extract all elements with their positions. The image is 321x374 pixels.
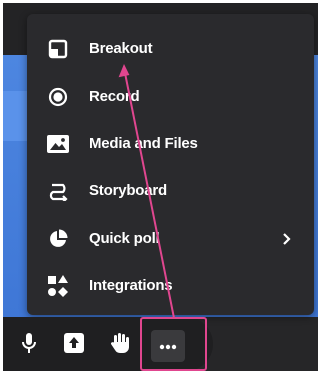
- annotation-highlight-box: [140, 317, 207, 371]
- menu-item-label: Quick poll: [89, 230, 160, 247]
- chevron-right-icon: [280, 231, 294, 247]
- image-icon: [47, 133, 69, 155]
- menu-item-media-and-files[interactable]: Media and Files: [27, 122, 314, 166]
- more-options-menu: Breakout Record Media and Files Storyboa…: [27, 14, 314, 315]
- menu-item-integrations[interactable]: Integrations: [27, 264, 314, 308]
- share-button[interactable]: [60, 331, 88, 359]
- pie-chart-icon: [47, 228, 69, 250]
- microphone-icon: [21, 332, 37, 359]
- menu-item-label: Storyboard: [89, 182, 168, 199]
- menu-item-label: Integrations: [89, 277, 173, 294]
- storyboard-icon: [47, 180, 69, 202]
- integrations-icon: [47, 275, 69, 297]
- breakout-icon: [47, 38, 69, 60]
- menu-item-label: Record: [89, 88, 140, 105]
- raise-hand-button[interactable]: [106, 331, 134, 359]
- menu-item-storyboard[interactable]: Storyboard: [27, 169, 314, 213]
- share-upload-icon: [64, 332, 84, 358]
- menu-item-record[interactable]: Record: [27, 75, 314, 119]
- record-icon: [47, 86, 69, 108]
- menu-item-breakout[interactable]: Breakout: [27, 27, 314, 71]
- microphone-button[interactable]: [15, 331, 43, 359]
- raise-hand-icon: [110, 332, 130, 359]
- menu-item-label: Media and Files: [89, 135, 198, 152]
- menu-item-label: Breakout: [89, 40, 153, 57]
- app-window: Breakout Record Media and Files Storyboa…: [3, 3, 318, 371]
- menu-item-quick-poll[interactable]: Quick poll: [27, 217, 314, 261]
